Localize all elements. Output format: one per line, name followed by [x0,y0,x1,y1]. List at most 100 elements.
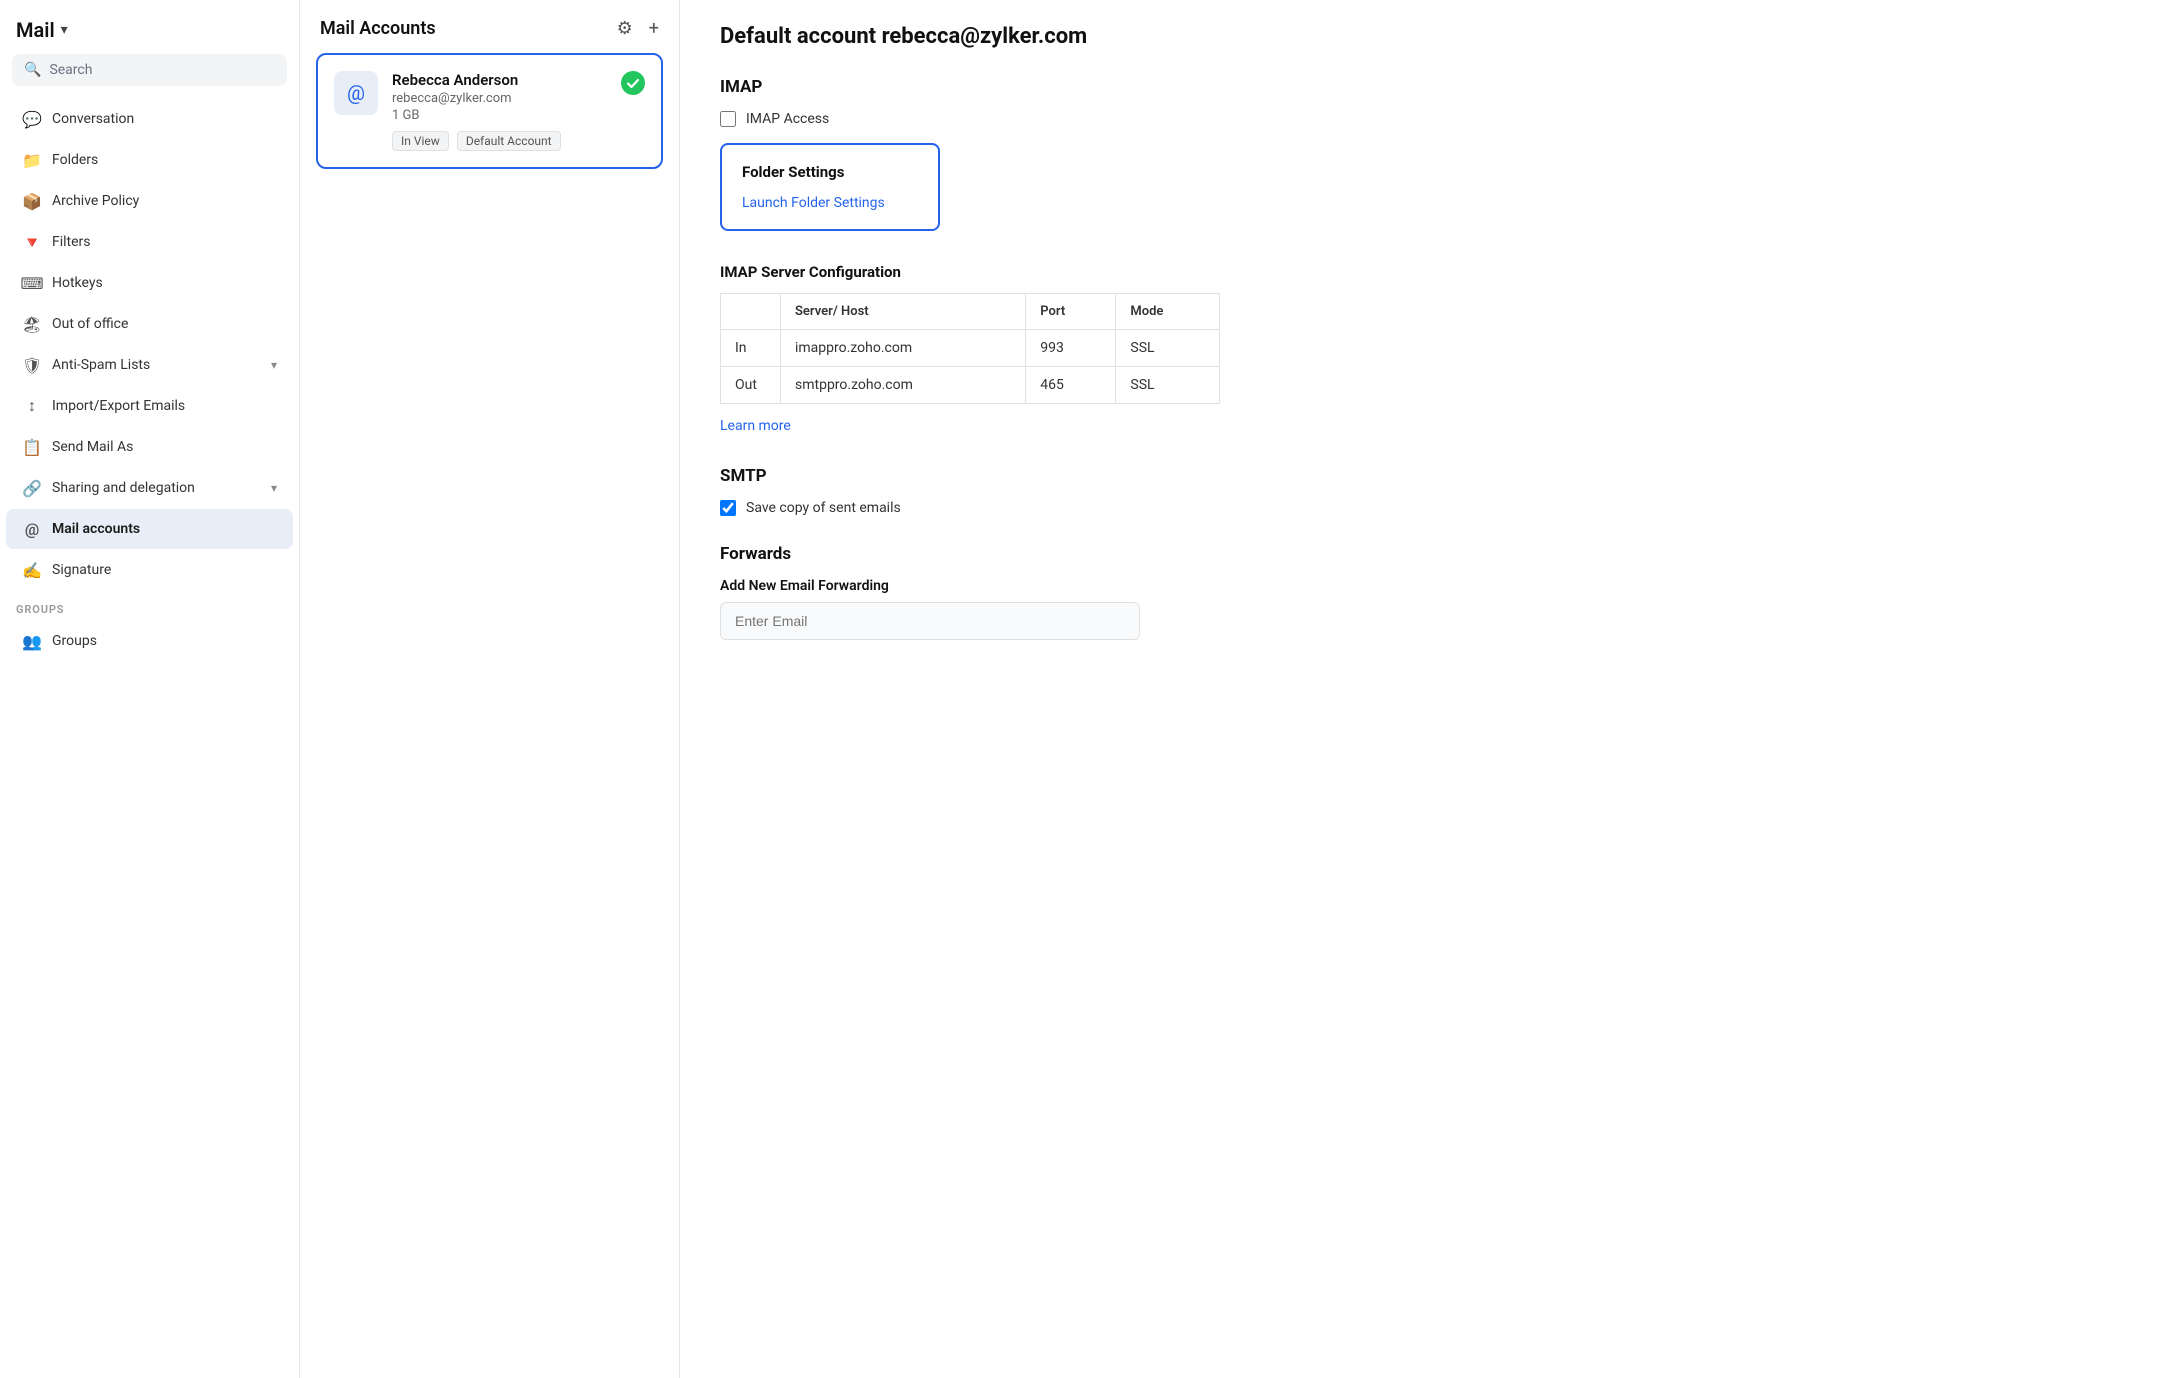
sidebar-item-label: Groups [52,633,97,649]
chevron-icon: ▾ [271,358,277,372]
sidebar-item-label: Folders [52,152,98,168]
imap-section: IMAP IMAP Access Folder Settings Launch … [720,77,2142,231]
row-direction: In [721,330,781,367]
row-mode: SSL [1116,367,1220,404]
account-info: Rebecca Anderson rebecca@zylker.com 1 GB… [392,71,607,151]
table-header-mode: Mode [1116,294,1220,330]
smtp-save-copy-row: Save copy of sent emails [720,500,2142,516]
add-forwarding-label: Add New Email Forwarding [720,578,2142,594]
sidebar-item-groups[interactable]: 👥 Groups [6,621,293,661]
launch-folder-settings-link[interactable]: Launch Folder Settings [742,195,885,211]
out-of-office-icon: 🏖 [22,314,42,334]
table-header-empty [721,294,781,330]
archive-policy-icon: 📦 [22,191,42,211]
conversation-icon: 💬 [22,109,42,129]
middle-panel-icons: ⚙ + [617,18,659,39]
sidebar-item-conversation[interactable]: 💬 Conversation [6,99,293,139]
search-icon: 🔍 [24,62,41,78]
sidebar-item-anti-spam[interactable]: 🛡 Anti-Spam Lists ▾ [6,345,293,385]
learn-more-link[interactable]: Learn more [720,418,791,434]
imap-server-table: Server/ Host Port Mode In imappro.zoho.c… [720,293,1220,404]
account-card[interactable]: @ Rebecca Anderson rebecca@zylker.com 1 … [316,53,663,169]
signature-icon: ✍ [22,560,42,580]
mail-accounts-icon: @ [22,519,42,539]
imap-server-config-section: IMAP Server Configuration Server/ Host P… [720,263,2142,434]
smtp-section-title: SMTP [720,466,2142,486]
settings-icon[interactable]: ⚙ [617,18,633,39]
sidebar-item-signature[interactable]: ✍Signature [6,550,293,590]
middle-panel-header: Mail Accounts ⚙ + [300,0,679,53]
row-mode: SSL [1116,330,1220,367]
send-mail-as-icon: 📋 [22,437,42,457]
search-placeholder: Search [49,62,92,78]
imap-section-title: IMAP [720,77,2142,97]
groups-items: 👥 Groups [0,620,299,662]
forwarding-email-input[interactable] [720,602,1140,640]
sidebar-item-label: Out of office [52,316,128,332]
sidebar-item-import-export[interactable]: ↕ Import/Export Emails [6,386,293,426]
sidebar-item-sharing-delegation[interactable]: 🔗 Sharing and delegation ▾ [6,468,293,508]
sidebar-item-label: Archive Policy [52,193,139,209]
app-title-chevron: ▾ [61,22,68,38]
sharing-delegation-icon: 🔗 [22,478,42,498]
sidebar-item-mail-accounts[interactable]: @ Mail accounts [6,509,293,549]
save-copy-checkbox[interactable] [720,500,736,516]
sidebar-item-send-mail-as[interactable]: 📋 Send Mail As [6,427,293,467]
folders-icon: 📁 [22,150,42,170]
sidebar-item-label: Mail accounts [52,521,140,537]
sidebar: Mail ▾ 🔍 Search 💬 Conversation 📁 Folders 📦 Ar… [0,0,300,1378]
account-name: Rebecca Anderson [392,71,607,89]
avatar: @ [334,71,378,115]
imap-access-checkbox[interactable] [720,111,736,127]
forwards-section-title: Forwards [720,544,2142,564]
sidebar-item-filters[interactable]: 🔻 Filters [6,222,293,262]
app-title: Mail [16,18,55,42]
sidebar-item-label: Sharing and delegation [52,480,195,496]
smtp-section: SMTP Save copy of sent emails [720,466,2142,516]
hotkeys-icon: ⌨ [22,273,42,293]
row-direction: Out [721,367,781,404]
row-host: imappro.zoho.com [781,330,1026,367]
sidebar-item-label: Send Mail As [52,439,133,455]
save-copy-label[interactable]: Save copy of sent emails [746,500,901,516]
sidebar-item-label: Hotkeys [52,275,103,291]
imap-access-row: IMAP Access [720,111,2142,127]
imap-table-body: In imappro.zoho.com 993 SSL Out smtppro.… [721,330,1220,404]
app-header[interactable]: Mail ▾ [0,0,299,54]
forwards-section: Forwards Add New Email Forwarding [720,544,2142,640]
tag-default-account: Default Account [457,131,561,151]
imap-access-label[interactable]: IMAP Access [746,111,829,127]
sidebar-item-out-of-office[interactable]: 🏖 Out of office [6,304,293,344]
sidebar-item-hotkeys[interactable]: ⌨ Hotkeys [6,263,293,303]
middle-panel: Mail Accounts ⚙ + @ Rebecca Anderson reb… [300,0,680,1378]
filters-icon: 🔻 [22,232,42,252]
table-row: In imappro.zoho.com 993 SSL [721,330,1220,367]
sidebar-item-label: Conversation [52,111,134,127]
account-email: rebecca@zylker.com [392,91,607,106]
import-export-icon: ↕ [22,396,42,416]
main-content: Default account rebecca@zylker.com IMAP … [680,0,2182,1378]
anti-spam-icon: 🛡 [22,355,42,375]
imap-config-title: IMAP Server Configuration [720,263,2142,281]
row-port: 465 [1026,367,1116,404]
groups-label: GROUPS [0,591,299,620]
account-tags: In View Default Account [392,131,607,151]
sidebar-item-archive-policy[interactable]: 📦 Archive Policy [6,181,293,221]
sidebar-item-label: Filters [52,234,91,250]
table-row: Out smtppro.zoho.com 465 SSL [721,367,1220,404]
account-storage: 1 GB [392,108,607,123]
chevron-icon: ▾ [271,481,277,495]
folder-settings-box: Folder Settings Launch Folder Settings [720,143,940,231]
groups-icon: 👥 [22,631,42,651]
sidebar-item-folders[interactable]: 📁 Folders [6,140,293,180]
middle-panel-title: Mail Accounts [320,18,436,39]
row-host: smtppro.zoho.com [781,367,1026,404]
tag-in-view: In View [392,131,449,151]
search-bar[interactable]: 🔍 Search [12,54,287,86]
folder-settings-title: Folder Settings [742,163,918,181]
add-account-icon[interactable]: + [649,18,659,39]
sidebar-item-label: Anti-Spam Lists [52,357,150,373]
page-title: Default account rebecca@zylker.com [720,24,2142,49]
sidebar-item-label: Import/Export Emails [52,398,185,414]
table-header-host: Server/ Host [781,294,1026,330]
